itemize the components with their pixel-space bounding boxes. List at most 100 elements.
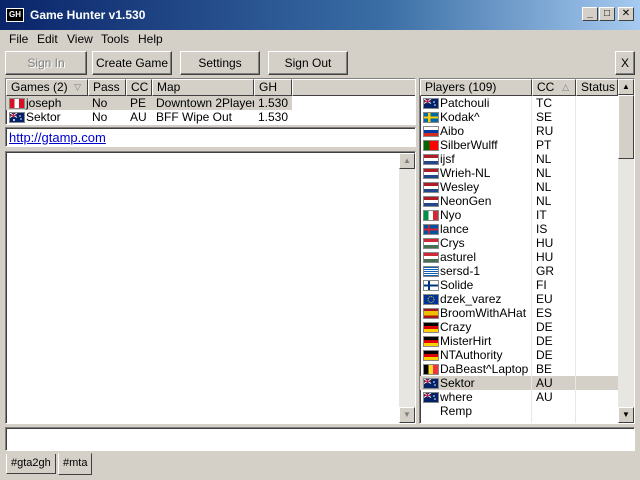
player-row[interactable]: Kodak^ SE [420, 110, 618, 124]
settings-button[interactable]: Settings [180, 51, 260, 75]
scroll-down-icon[interactable]: ▼ [618, 407, 634, 423]
chat-input[interactable] [5, 427, 635, 451]
player-row[interactable]: MisterHirt DE [420, 334, 618, 348]
minimize-button[interactable]: _ [582, 7, 598, 21]
player-row[interactable]: asturel HU [420, 250, 618, 264]
player-row[interactable]: Wrieh-NL NL [420, 166, 618, 180]
player-name: Wrieh-NL [440, 166, 491, 180]
player-row[interactable]: lance IS [420, 222, 618, 236]
player-cc: NL [536, 194, 552, 208]
player-cc: TC [536, 96, 552, 110]
players-col-cc[interactable]: CC △ [532, 79, 576, 96]
player-cc: HU [536, 236, 554, 250]
player-cc: SE [536, 110, 553, 124]
player-cc: AU [536, 376, 553, 390]
games-col-pass[interactable]: Pass [88, 79, 126, 96]
player-cc: NL [536, 166, 552, 180]
title-bar: GH Game Hunter v1.530 _ □ ✕ [0, 0, 640, 30]
games-col-name[interactable]: Games (2) ▽ [6, 79, 88, 96]
game-map: Downtown 2Player [156, 96, 254, 110]
player-row[interactable]: NTAuthority DE [420, 348, 618, 362]
player-cc: DE [536, 348, 553, 362]
sign-out-button[interactable]: Sign Out [268, 51, 348, 75]
tab-mta[interactable]: #mta [58, 453, 93, 475]
player-name: ijsf [440, 152, 455, 166]
menu-help[interactable]: Help [138, 32, 163, 46]
player-cc: DE [536, 334, 553, 348]
player-cc: RU [536, 124, 554, 138]
player-row[interactable]: Wesley NL [420, 180, 618, 194]
player-cc: ES [536, 306, 553, 320]
player-cc: GR [536, 264, 554, 278]
games-col-cc[interactable]: CC [126, 79, 152, 96]
scroll-down-icon[interactable]: ▼ [399, 407, 415, 423]
player-row[interactable]: Patchouli TC [420, 96, 618, 110]
create-game-button[interactable]: Create Game [92, 51, 172, 75]
player-row[interactable]: Crazy DE [420, 320, 618, 334]
player-row[interactable]: SilberWulff PT [420, 138, 618, 152]
topic-url-link[interactable]: http://gtamp.com [9, 130, 106, 145]
player-cc: FI [536, 278, 547, 292]
player-name: Nyo [440, 208, 462, 222]
player-cc: HU [536, 250, 554, 264]
app-icon: GH [6, 8, 24, 22]
game-row[interactable]: joseph No PE Downtown 2Player 1.530 [6, 96, 292, 110]
scroll-thumb[interactable] [618, 95, 634, 159]
games-col-map[interactable]: Map [152, 79, 254, 96]
player-cc: BE [536, 362, 553, 376]
column-divider [575, 96, 576, 423]
player-row[interactable]: BroomWithAHat ES [420, 306, 618, 320]
player-row[interactable]: DaBeast^Laptop BE [420, 362, 618, 376]
player-name: lance [440, 222, 469, 236]
player-cc: IT [536, 208, 547, 222]
chat-scrollbar[interactable]: ▲ ▼ [399, 153, 415, 423]
tab-gta2gh[interactable]: #gta2gh [6, 454, 56, 474]
menu-tools[interactable]: Tools [101, 32, 129, 46]
games-col-name-label: Games (2) [11, 80, 68, 94]
games-col-gh[interactable]: GH [254, 79, 292, 96]
game-cc: PE [130, 96, 147, 110]
player-name: DaBeast^Laptop [440, 362, 529, 376]
game-gh: 1.530 [258, 96, 289, 110]
player-row[interactable]: sersd-1 GR [420, 264, 618, 278]
players-scrollbar[interactable]: ▲ ▼ [618, 79, 634, 423]
player-row[interactable]: dzek_varez EU [420, 292, 618, 306]
player-name: Kodak^ [440, 110, 480, 124]
game-row[interactable]: Sektor No AU BFF Wipe Out 1.530 [6, 110, 292, 124]
scroll-up-icon[interactable]: ▲ [618, 79, 634, 95]
player-cc: PT [536, 138, 552, 152]
close-window-button[interactable]: ✕ [618, 7, 634, 21]
player-cc: AU [536, 390, 553, 404]
player-name: Solide [440, 278, 474, 292]
game-pass: No [92, 110, 108, 124]
players-col-status[interactable]: Status [576, 79, 618, 96]
menu-edit[interactable]: Edit [37, 32, 58, 46]
player-row[interactable]: Remp [420, 404, 618, 418]
player-row[interactable]: NeonGen NL [420, 194, 618, 208]
column-divider [531, 96, 532, 423]
game-pass: No [92, 96, 108, 110]
player-row[interactable]: Solide FI [420, 278, 618, 292]
window-title: Game Hunter v1.530 [30, 8, 146, 22]
player-row[interactable]: Crys HU [420, 236, 618, 250]
sort-down-icon: ▽ [74, 82, 81, 92]
player-cc: NL [536, 152, 552, 166]
player-row[interactable]: ijsf NL [420, 152, 618, 166]
players-col-name[interactable]: Players (109) [420, 79, 532, 96]
player-name: sersd-1 [440, 264, 481, 278]
player-name: BroomWithAHat [440, 306, 527, 320]
topic-bar: http://gtamp.com [5, 127, 416, 147]
close-panel-button[interactable]: X [615, 51, 635, 75]
games-list: Games (2) ▽ Pass CC Map GH joseph No PE … [5, 78, 416, 125]
scroll-up-icon[interactable]: ▲ [399, 153, 415, 169]
maximize-button[interactable]: □ [599, 7, 615, 21]
menu-view[interactable]: View [67, 32, 93, 46]
menu-bar: File Edit View Tools Help [0, 30, 640, 48]
menu-file[interactable]: File [9, 32, 28, 46]
player-row[interactable]: Aibo RU [420, 124, 618, 138]
player-row[interactable]: Sektor AU [420, 376, 618, 390]
player-row[interactable]: where AU [420, 390, 618, 404]
player-row[interactable]: Nyo IT [420, 208, 618, 222]
chat-area[interactable]: ▲ ▼ [5, 151, 416, 424]
sign-in-button[interactable]: Sign In [5, 51, 87, 75]
